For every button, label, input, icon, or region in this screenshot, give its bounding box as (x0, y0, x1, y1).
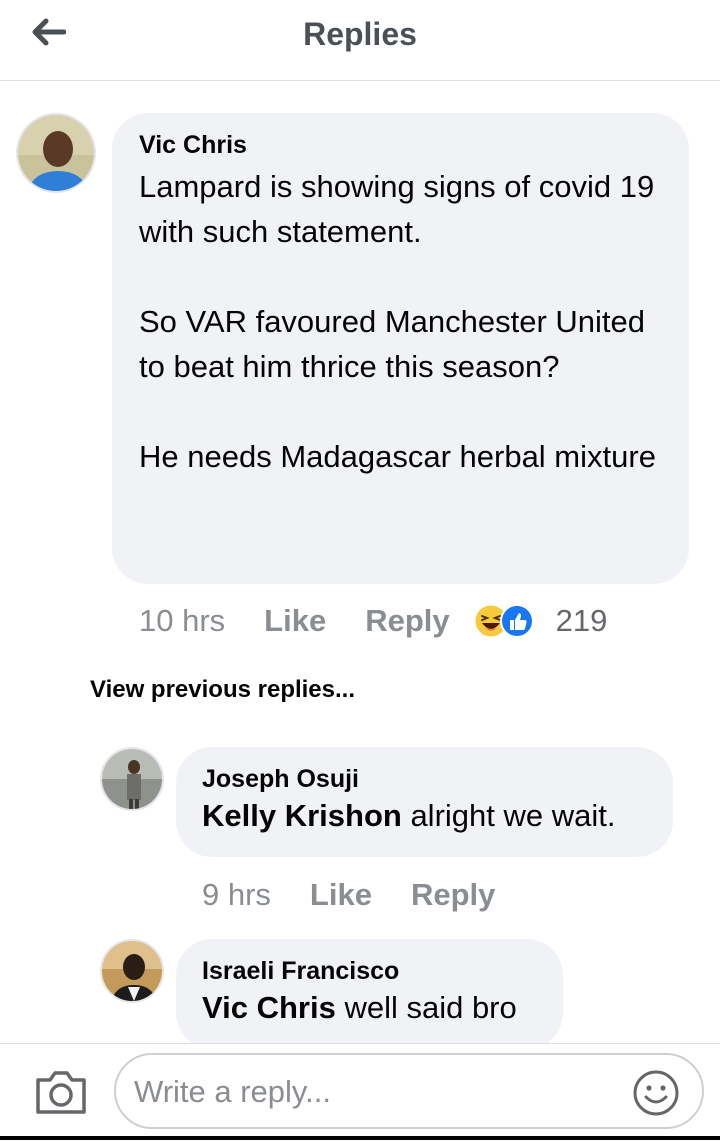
reply-composer (0, 1043, 720, 1141)
comment-meta: 10 hrs Like Reply 219 (139, 600, 607, 642)
mention-link[interactable]: Vic Chris (202, 990, 336, 1025)
like-reaction-icon (499, 604, 534, 638)
reaction-count: 219 (555, 603, 608, 638)
avatar-israeli-francisco[interactable] (100, 939, 164, 1003)
reply-author[interactable]: Israeli Francisco (202, 957, 563, 986)
camera-icon (36, 1071, 86, 1114)
reply-author[interactable]: Joseph Osuji (202, 765, 673, 794)
profile-photo (18, 115, 94, 191)
reply-text: Vic Chris well said bro (202, 985, 563, 1030)
emoji-icon (633, 1070, 679, 1116)
reply-input[interactable] (132, 1063, 616, 1121)
like-button[interactable]: Like (310, 877, 372, 913)
reactions[interactable]: 219 (474, 603, 608, 639)
camera-button[interactable] (34, 1068, 88, 1116)
avatar-vic-chris[interactable] (16, 113, 96, 193)
view-previous-replies-link[interactable]: View previous replies... (90, 676, 355, 704)
reply-input-container[interactable] (114, 1053, 704, 1129)
like-button[interactable]: Like (264, 603, 326, 639)
reply-button[interactable]: Reply (411, 877, 495, 913)
comment-time[interactable]: 10 hrs (139, 603, 225, 639)
profile-photo (102, 749, 162, 809)
comment-bubble[interactable]: Vic Chris Lampard is showing signs of co… (112, 113, 689, 584)
reply-button[interactable]: Reply (365, 603, 449, 639)
reply-bubble[interactable]: Israeli Francisco Vic Chris well said br… (176, 939, 563, 1049)
reply-text: Kelly Krishon alright we wait. (202, 793, 673, 838)
comment-text: Lampard is showing signs of covid 19 wit… (139, 169, 656, 474)
reply-text-content: well said bro (335, 990, 517, 1025)
page-title: Replies (303, 16, 417, 52)
comment-author[interactable]: Vic Chris (139, 131, 665, 160)
header: Replies (0, 0, 720, 81)
avatar-joseph-osuji[interactable] (100, 747, 164, 811)
system-nav-bar (0, 1136, 720, 1140)
reply-text-content: alright we wait. (401, 798, 616, 833)
reply-meta: 9 hrs Like Reply (202, 874, 495, 916)
reply-bubble[interactable]: Joseph Osuji Kelly Krishon alright we wa… (176, 747, 673, 857)
emoji-button[interactable] (632, 1069, 680, 1117)
reply-time[interactable]: 9 hrs (202, 877, 271, 913)
mention-link[interactable]: Kelly Krishon (202, 798, 402, 833)
profile-photo (102, 941, 162, 1001)
